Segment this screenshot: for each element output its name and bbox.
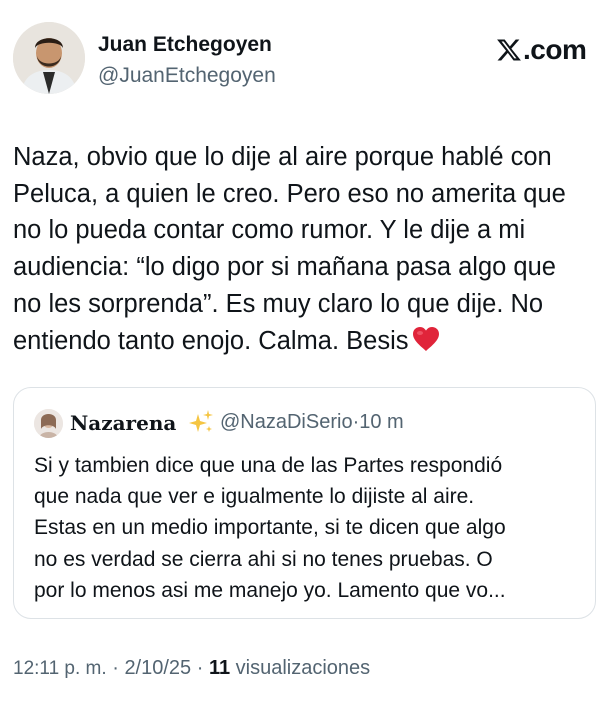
quote-author-handle[interactable]: @NazaDiSerio: [220, 411, 353, 433]
quote-timestamp[interactable]: 10 m: [359, 411, 403, 433]
quote-line: Estas en un medio importante, si te dice…: [34, 516, 506, 540]
x-logo-icon: [497, 39, 521, 61]
tweet-meta: 12:11 p. m. · 2/10/25 · 11 visualizacion…: [13, 657, 370, 680]
views-label: visualizaciones: [230, 657, 371, 679]
quote-line: que nada que ver e igualmente lo dijiste…: [34, 485, 475, 509]
logo-domain-text: .com: [523, 34, 587, 65]
views-count[interactable]: 11: [209, 657, 230, 679]
tweet-line-last: entiendo tanto enojo. Calma. Besis: [13, 323, 603, 363]
sparkles-icon: [187, 408, 215, 441]
tweet-line-text: entiendo tanto enojo. Calma. Besis: [13, 326, 409, 355]
author-avatar-image: [13, 22, 85, 94]
author-name[interactable]: Juan Etchegoyen: [98, 33, 272, 57]
tweet-time[interactable]: 12:11 p. m.: [13, 658, 107, 679]
x-com-logo: .com: [496, 34, 587, 66]
quoted-tweet-text: Si y tambien dice que una de las Partes …: [34, 450, 590, 606]
quote-line: Si y tambien dice que una de las Partes …: [34, 454, 503, 477]
tweet-line: audiencia: “lo digo por si mañana pasa a…: [13, 253, 556, 282]
separator-dot: ·: [106, 657, 125, 679]
author-avatar[interactable]: [13, 22, 85, 94]
author-handle[interactable]: @JuanEtchegoyen: [98, 64, 276, 88]
tweet-line: no lo pueda contar como rumor. Y le dije…: [13, 216, 526, 245]
quote-author-name[interactable]: Nazarena: [70, 411, 176, 435]
separator-dot: ·: [191, 657, 209, 679]
quote-handle-time: @NazaDiSerio·10 m: [220, 411, 404, 434]
tweet-text: Naza, obvio que lo dije al aire porque h…: [13, 139, 603, 362]
red-heart-icon: [412, 326, 440, 363]
quote-avatar-image: [34, 409, 63, 438]
tweet-line: Naza, obvio que lo dije al aire porque h…: [13, 143, 552, 171]
tweet-line: no les sorprenda”. Es muy claro lo que d…: [13, 289, 544, 318]
quote-line: por lo menos asi me manejo yo. Lamento q…: [34, 578, 506, 602]
tweet-date[interactable]: 2/10/25: [124, 657, 191, 679]
quoted-tweet-card[interactable]: Nazarena @NazaDiSerio·10 m Si y tambien …: [13, 387, 596, 619]
quote-author-avatar[interactable]: [34, 409, 63, 438]
tweet-line: Peluca, a quien le creo. Pero eso no ame…: [13, 179, 566, 208]
quote-line: no es verdad se cierra ahi si no tenes p…: [34, 547, 493, 571]
